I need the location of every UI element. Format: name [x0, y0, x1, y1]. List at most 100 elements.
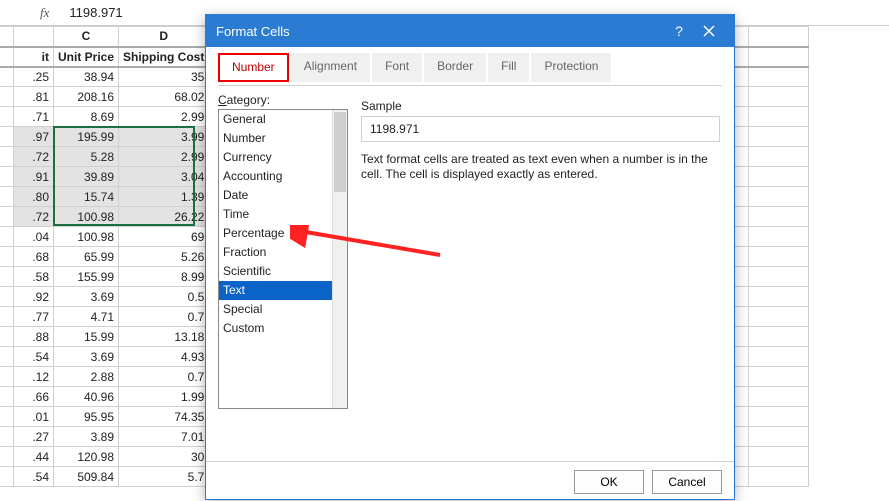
cell[interactable]: 15.99 [54, 327, 119, 347]
cell[interactable] [749, 167, 809, 187]
category-item-percentage[interactable]: Percentage [219, 224, 347, 243]
cell[interactable]: .91 [14, 167, 54, 187]
formula-bar-value[interactable]: 1198.971 [69, 5, 122, 20]
cell[interactable] [749, 67, 809, 87]
category-item-custom[interactable]: Custom [219, 319, 347, 338]
column-header[interactable]: D [119, 27, 209, 47]
column-title[interactable]: Shipping Cost [119, 47, 209, 67]
cell[interactable]: 3.89 [54, 427, 119, 447]
cell[interactable] [749, 327, 809, 347]
cell[interactable]: 7.01 [119, 427, 209, 447]
cell[interactable]: .25 [14, 67, 54, 87]
column-title[interactable]: Unit Price [54, 47, 119, 67]
category-item-date[interactable]: Date [219, 186, 347, 205]
cell[interactable]: .44 [14, 447, 54, 467]
close-icon[interactable] [694, 25, 724, 37]
column-header[interactable] [749, 27, 809, 47]
cell[interactable]: 509.84 [54, 467, 119, 487]
cell[interactable] [749, 347, 809, 367]
cell[interactable] [749, 87, 809, 107]
cell[interactable]: 5.7 [119, 467, 209, 487]
tab-font[interactable]: Font [372, 53, 422, 82]
cell[interactable]: 2.99 [119, 107, 209, 127]
scrollbar[interactable] [332, 110, 347, 408]
cell[interactable]: .12 [14, 367, 54, 387]
cell[interactable] [749, 107, 809, 127]
tab-fill[interactable]: Fill [488, 53, 529, 82]
cell[interactable]: .66 [14, 387, 54, 407]
cell[interactable] [749, 427, 809, 447]
cell[interactable]: .77 [14, 307, 54, 327]
category-item-accounting[interactable]: Accounting [219, 167, 347, 186]
cell[interactable] [749, 387, 809, 407]
cell[interactable]: 8.69 [54, 107, 119, 127]
category-item-special[interactable]: Special [219, 300, 347, 319]
cell[interactable]: 5.28 [54, 147, 119, 167]
cell[interactable]: .72 [14, 207, 54, 227]
cell[interactable]: 1.99 [119, 387, 209, 407]
tab-protection[interactable]: Protection [531, 53, 611, 82]
cell[interactable]: .54 [14, 347, 54, 367]
cancel-button[interactable]: Cancel [652, 470, 722, 494]
cell[interactable]: .80 [14, 187, 54, 207]
cell[interactable]: 3.04 [119, 167, 209, 187]
column-header[interactable]: C [54, 27, 119, 47]
cell[interactable]: 195.99 [54, 127, 119, 147]
cell[interactable] [749, 407, 809, 427]
cell[interactable] [749, 447, 809, 467]
cell[interactable]: .54 [14, 467, 54, 487]
cell[interactable]: 35 [119, 67, 209, 87]
cell[interactable]: 26.22 [119, 207, 209, 227]
tab-alignment[interactable]: Alignment [291, 53, 370, 82]
cell[interactable]: .58 [14, 267, 54, 287]
cell[interactable]: 3.69 [54, 287, 119, 307]
cell[interactable] [749, 127, 809, 147]
cell[interactable] [749, 267, 809, 287]
cell[interactable]: 155.99 [54, 267, 119, 287]
cell[interactable]: 39.89 [54, 167, 119, 187]
cell[interactable] [749, 187, 809, 207]
cell[interactable]: 0.7 [119, 307, 209, 327]
category-item-number[interactable]: Number [219, 129, 347, 148]
cell[interactable]: .27 [14, 427, 54, 447]
cell[interactable]: .88 [14, 327, 54, 347]
cell[interactable] [749, 367, 809, 387]
category-item-fraction[interactable]: Fraction [219, 243, 347, 262]
cell[interactable]: 4.71 [54, 307, 119, 327]
cell[interactable]: 8.99 [119, 267, 209, 287]
cell[interactable]: .04 [14, 227, 54, 247]
column-header[interactable] [14, 27, 54, 47]
cell[interactable] [749, 207, 809, 227]
cell[interactable]: 100.98 [54, 227, 119, 247]
cell[interactable]: 3.99 [119, 127, 209, 147]
cell[interactable]: .92 [14, 287, 54, 307]
cell[interactable]: 2.99 [119, 147, 209, 167]
cell[interactable]: 40.96 [54, 387, 119, 407]
column-title[interactable] [749, 47, 809, 67]
cell[interactable]: 0.7 [119, 367, 209, 387]
cell[interactable]: 5.26 [119, 247, 209, 267]
fx-icon[interactable]: fx [40, 5, 49, 21]
cell[interactable]: 0.5 [119, 287, 209, 307]
cell[interactable]: 1.39 [119, 187, 209, 207]
cell[interactable]: .81 [14, 87, 54, 107]
cell[interactable] [749, 287, 809, 307]
cell[interactable]: 15.74 [54, 187, 119, 207]
cell[interactable] [749, 147, 809, 167]
scroll-thumb[interactable] [334, 112, 346, 192]
cell[interactable]: 3.69 [54, 347, 119, 367]
cell[interactable]: 30 [119, 447, 209, 467]
cell[interactable]: .97 [14, 127, 54, 147]
cell[interactable]: 208.16 [54, 87, 119, 107]
tab-number[interactable]: Number [218, 53, 289, 82]
cell[interactable]: 38.94 [54, 67, 119, 87]
category-listbox[interactable]: GeneralNumberCurrencyAccountingDateTimeP… [218, 109, 348, 409]
cell[interactable] [749, 227, 809, 247]
cell[interactable] [749, 467, 809, 487]
cell[interactable]: .68 [14, 247, 54, 267]
cell[interactable] [749, 247, 809, 267]
cell[interactable]: 4.93 [119, 347, 209, 367]
tab-border[interactable]: Border [424, 53, 486, 82]
category-item-text[interactable]: Text [219, 281, 347, 300]
cell[interactable]: 69 [119, 227, 209, 247]
